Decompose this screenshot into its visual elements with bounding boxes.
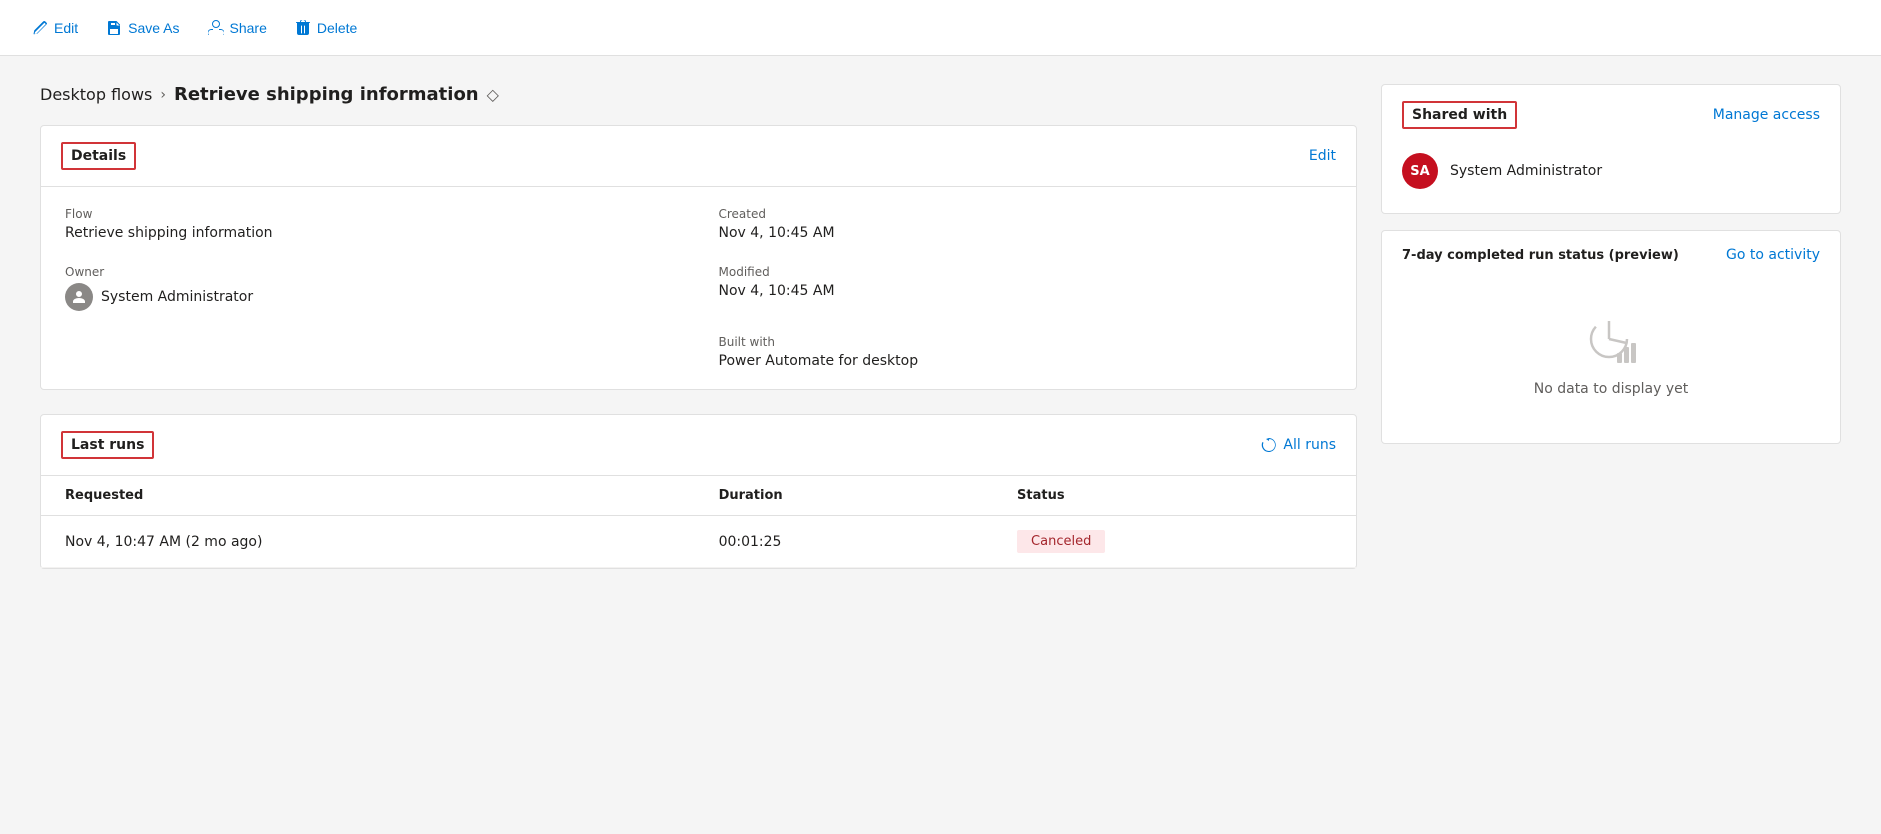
owner-value: System Administrator — [101, 289, 253, 305]
built-with-detail-group: Built with Power Automate for desktop — [719, 335, 1333, 369]
created-value: Nov 4, 10:45 AM — [719, 225, 835, 241]
owner-row: System Administrator — [65, 283, 679, 311]
edit-button[interactable]: Edit — [20, 14, 90, 42]
share-button[interactable]: Share — [196, 14, 279, 42]
page-content: Desktop flows › Retrieve shipping inform… — [40, 84, 1357, 569]
no-data-text: No data to display yet — [1534, 381, 1689, 397]
toolbar: Edit Save As Share Delete — [0, 0, 1881, 56]
avatar: SA — [1402, 153, 1438, 189]
run-status-title: 7-day completed run status (preview) — [1402, 248, 1679, 263]
right-column: Shared with Manage access SA System Admi… — [1381, 84, 1841, 569]
shared-user-row: SA System Administrator — [1402, 145, 1820, 197]
flow-detail-group: Flow Retrieve shipping information — [65, 207, 679, 241]
shared-user-name: System Administrator — [1450, 163, 1602, 179]
save-as-button[interactable]: Save As — [94, 14, 191, 42]
last-runs-title: Last runs — [61, 431, 154, 459]
shared-with-title: Shared with — [1402, 101, 1517, 129]
share-icon — [208, 20, 224, 36]
refresh-icon — [1261, 437, 1277, 453]
shared-with-header: Shared with Manage access — [1402, 101, 1820, 129]
shared-users-list: SA System Administrator — [1402, 145, 1820, 197]
save-as-label: Save As — [128, 20, 179, 36]
built-with-value: Power Automate for desktop — [719, 353, 919, 369]
person-icon — [71, 289, 87, 305]
built-with-label: Built with — [719, 335, 1333, 349]
col-duration: Duration — [695, 476, 993, 516]
modified-value: Nov 4, 10:45 AM — [719, 283, 835, 299]
breadcrumb-area: Desktop flows › Retrieve shipping inform… — [40, 84, 1357, 105]
owner-label: Owner — [65, 265, 679, 279]
main-content: Desktop flows › Retrieve shipping inform… — [0, 56, 1881, 597]
modified-detail-group: Modified Nov 4, 10:45 AM — [719, 265, 1333, 311]
share-label: Share — [230, 20, 267, 36]
breadcrumb-parent[interactable]: Desktop flows — [40, 85, 152, 104]
details-card-title: Details — [61, 142, 136, 170]
save-as-icon — [106, 20, 122, 36]
run-status: Canceled — [993, 516, 1356, 568]
all-runs-link[interactable]: All runs — [1261, 437, 1336, 453]
run-status-header: 7-day completed run status (preview) Go … — [1402, 247, 1820, 263]
modified-label: Modified — [719, 265, 1333, 279]
last-runs-card: Last runs All runs Requested Duration St… — [40, 414, 1357, 569]
details-card: Details Edit Flow Retrieve shipping info… — [40, 125, 1357, 390]
edit-label: Edit — [54, 20, 78, 36]
edit-icon — [32, 20, 48, 36]
delete-button[interactable]: Delete — [283, 14, 369, 42]
go-to-activity-link[interactable]: Go to activity — [1726, 247, 1820, 263]
breadcrumb-separator: › — [160, 87, 166, 103]
manage-access-link[interactable]: Manage access — [1713, 107, 1820, 123]
col-status: Status — [993, 476, 1356, 516]
breadcrumb-current: Retrieve shipping information — [174, 84, 479, 105]
shared-with-card: Shared with Manage access SA System Admi… — [1381, 84, 1841, 214]
details-card-header: Details Edit — [41, 126, 1356, 187]
runs-table: Requested Duration Status Nov 4, 10:47 A… — [41, 476, 1356, 568]
left-column: Details Edit Flow Retrieve shipping info… — [40, 125, 1357, 569]
all-runs-label: All runs — [1283, 437, 1336, 453]
run-status-card: 7-day completed run status (preview) Go … — [1381, 230, 1841, 444]
delete-label: Delete — [317, 20, 357, 36]
breadcrumb: Desktop flows › Retrieve shipping inform… — [40, 84, 1357, 105]
diamond-icon: ◇ — [487, 85, 499, 104]
flow-value: Retrieve shipping information — [65, 225, 273, 241]
owner-detail-group: Owner System Administrator — [65, 265, 679, 311]
table-row: Nov 4, 10:47 AM (2 mo ago) 00:01:25 Canc… — [41, 516, 1356, 568]
no-data-area: No data to display yet — [1402, 283, 1820, 427]
details-edit-link[interactable]: Edit — [1309, 148, 1336, 164]
owner-avatar — [65, 283, 93, 311]
chart-icon — [1583, 313, 1639, 369]
created-label: Created — [719, 207, 1333, 221]
col-requested: Requested — [41, 476, 695, 516]
created-detail-group: Created Nov 4, 10:45 AM — [719, 207, 1333, 241]
run-requested: Nov 4, 10:47 AM (2 mo ago) — [41, 516, 695, 568]
flow-label: Flow — [65, 207, 679, 221]
status-badge: Canceled — [1017, 530, 1105, 553]
delete-icon — [295, 20, 311, 36]
run-duration: 00:01:25 — [695, 516, 993, 568]
details-body: Flow Retrieve shipping information Creat… — [41, 187, 1356, 389]
last-runs-header: Last runs All runs — [41, 415, 1356, 476]
